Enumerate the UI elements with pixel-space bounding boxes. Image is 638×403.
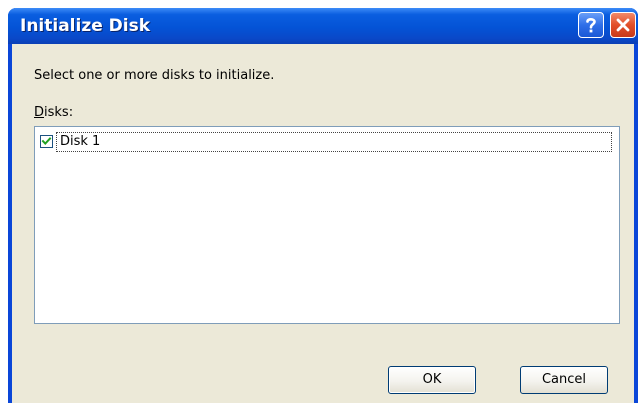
disks-label-rest: isks: <box>44 105 74 120</box>
initialize-disk-dialog: Initialize Disk Select one or more disks… <box>8 8 638 403</box>
dialog-title: Initialize Disk <box>20 16 151 36</box>
disks-listbox[interactable]: Disk 1 <box>34 126 620 324</box>
disks-label: Disks: <box>34 105 73 120</box>
instruction-text: Select one or more disks to initialize. <box>34 68 275 83</box>
title-bar: Initialize Disk <box>8 8 638 44</box>
question-mark-icon <box>586 17 596 33</box>
ok-button[interactable]: OK <box>388 366 476 394</box>
checkmark-icon <box>41 137 52 146</box>
disk-list-item[interactable]: Disk 1 <box>37 131 617 153</box>
disk-item-focus-box: Disk 1 <box>56 132 612 152</box>
disk-checkbox[interactable] <box>40 135 53 148</box>
help-button[interactable] <box>578 12 604 38</box>
disk-item-label: Disk 1 <box>60 134 101 149</box>
close-button[interactable] <box>610 12 636 38</box>
close-x-icon <box>616 18 630 32</box>
cancel-button[interactable]: Cancel <box>520 366 608 394</box>
disks-label-mnemonic: D <box>34 105 45 120</box>
